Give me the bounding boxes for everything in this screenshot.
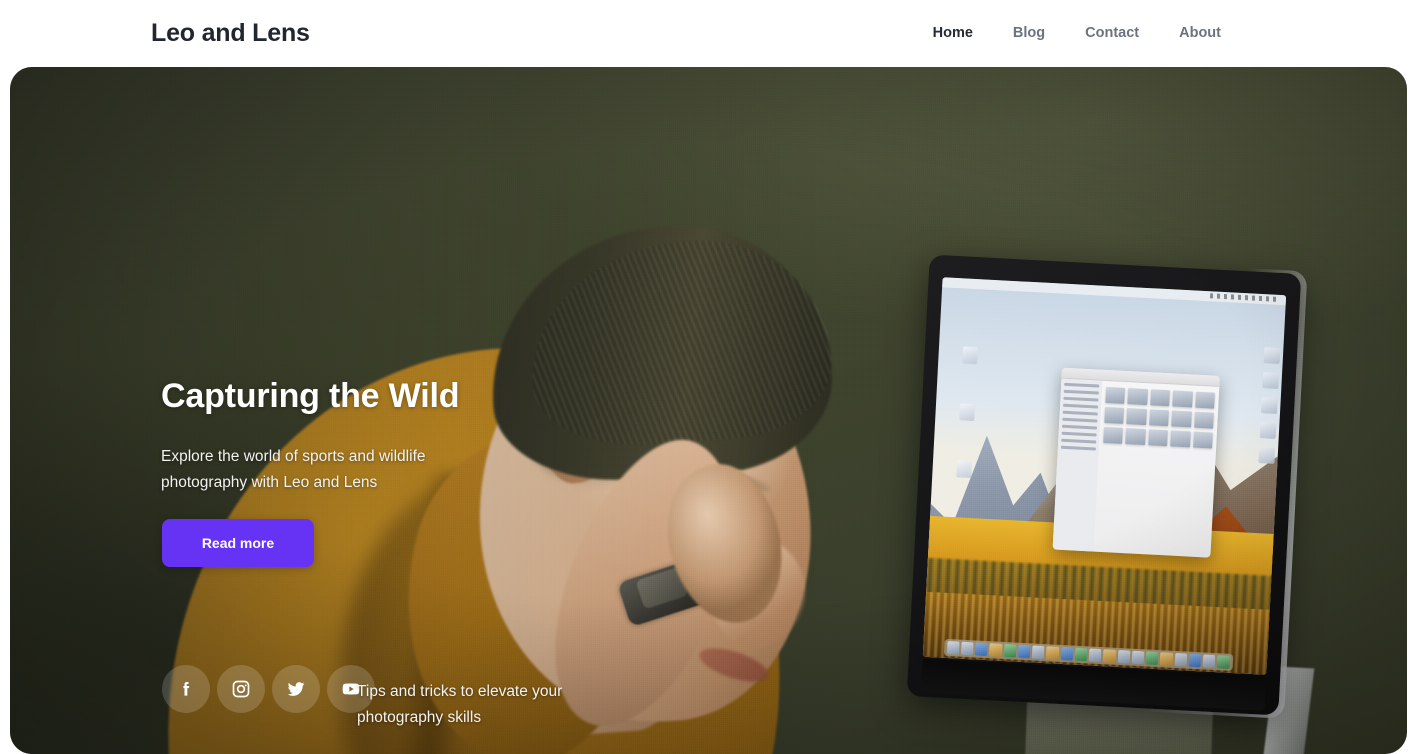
nav-item-blog[interactable]: Blog — [993, 26, 1065, 41]
hero-section: Capturing the Wild Explore the world of … — [10, 67, 1407, 754]
nav-item-about[interactable]: About — [1159, 26, 1241, 41]
twitter-icon — [286, 679, 306, 699]
site-header: Leo and Lens Home Blog Contact About — [0, 0, 1417, 67]
read-more-button[interactable]: Read more — [162, 519, 314, 567]
instagram-link[interactable] — [217, 665, 265, 713]
site-logo[interactable]: Leo and Lens — [151, 21, 310, 46]
main-navigation: Home Blog Contact About — [913, 26, 1387, 41]
nav-item-contact[interactable]: Contact — [1065, 26, 1159, 41]
hero-title: Capturing the Wild — [161, 377, 460, 415]
nav-item-home[interactable]: Home — [913, 26, 993, 41]
facebook-link[interactable] — [162, 665, 210, 713]
facebook-icon — [176, 679, 196, 699]
instagram-icon — [231, 679, 251, 699]
hero-content: Capturing the Wild Explore the world of … — [151, 67, 791, 754]
hero-subtitle: Explore the world of sports and wildlife… — [161, 448, 426, 492]
twitter-link[interactable] — [272, 665, 320, 713]
hero-tagline: Tips and tricks to elevate your photogra… — [357, 683, 563, 727]
